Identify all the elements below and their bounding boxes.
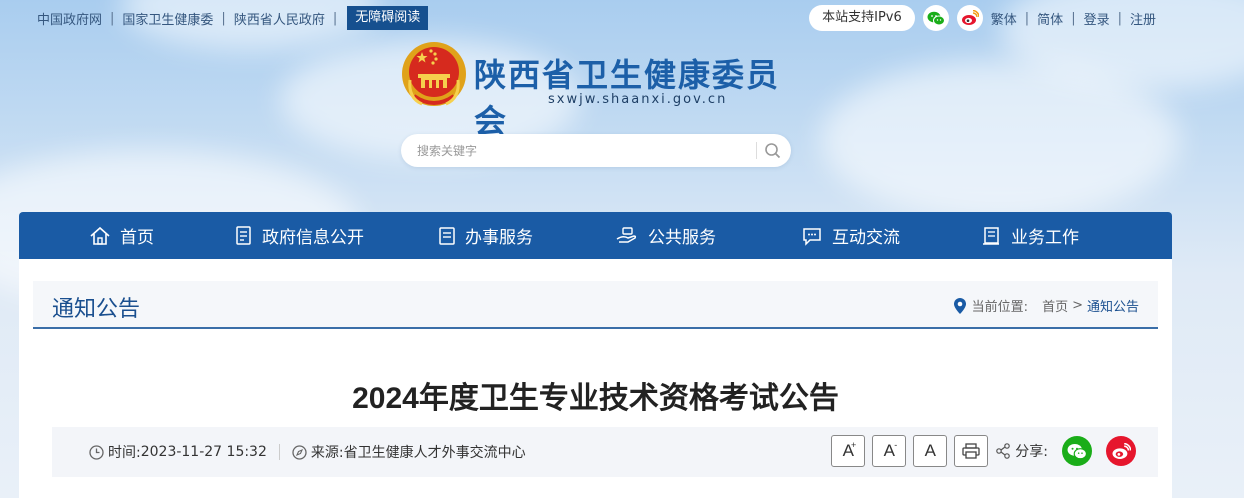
article-meta-bar: 时间: 2023-11-27 15:32 来源: 省卫生健康人才外事交流中心 A… xyxy=(52,427,1158,477)
search-divider xyxy=(756,142,757,159)
nav-label: 办事服务 xyxy=(465,228,533,248)
breadcrumb-arrow: > xyxy=(1072,298,1083,313)
time-label: 时间: xyxy=(108,445,141,461)
separator: | xyxy=(110,10,115,26)
separator: | xyxy=(332,10,338,26)
breadcrumb-current[interactable]: 通知公告 xyxy=(1087,296,1139,315)
search-box xyxy=(401,134,791,167)
clock-icon xyxy=(89,444,104,460)
nav-item-gov-info[interactable]: 政府信息公开 xyxy=(235,212,364,259)
accessibility-button[interactable]: 无障碍阅读 xyxy=(347,6,429,30)
login-link[interactable]: 登录 xyxy=(1084,9,1110,28)
weibo-icon xyxy=(1112,442,1131,459)
font-reset-button[interactable]: A xyxy=(913,435,948,467)
separator: | xyxy=(1071,10,1076,26)
traditional-chinese-link[interactable]: 繁体 xyxy=(991,9,1017,28)
font-smaller-button[interactable]: A- xyxy=(872,435,907,467)
article-meta: 时间: 2023-11-27 15:32 来源: 省卫生健康人才外事交流中心 xyxy=(89,442,526,462)
search-input[interactable] xyxy=(417,140,747,161)
separator: | xyxy=(1117,10,1122,26)
breadcrumb-home[interactable]: 首页 xyxy=(1042,296,1068,315)
nav-label: 政府信息公开 xyxy=(262,228,364,248)
time-value: 2023-11-27 15:32 xyxy=(140,444,267,460)
separator: | xyxy=(221,10,226,26)
nav-label: 互动交流 xyxy=(832,228,900,248)
location-pin-icon xyxy=(953,297,966,314)
content-panel: 通知公告 当前位置: 首页 > 通知公告 2024年度卫生专业技术资格考试公告 … xyxy=(19,259,1172,498)
wechat-icon[interactable] xyxy=(922,5,949,31)
home-icon xyxy=(90,226,110,245)
section-heading: 通知公告 xyxy=(52,297,141,322)
breadcrumb-label: 当前位置: xyxy=(971,300,1029,315)
nav-item-home[interactable]: 首页 xyxy=(89,212,154,259)
nav-label: 业务工作 xyxy=(1011,228,1079,248)
site-logo[interactable]: 陕西省卫生健康委员会 sxwjw.shaanxi.gov.cn xyxy=(400,40,800,140)
article-title: 2024年度卫生专业技术资格考试公告 xyxy=(352,382,839,415)
ipv6-badge: 本站支持IPv6 xyxy=(809,5,915,31)
article-tools: A + A- A 分享: xyxy=(831,435,1136,467)
link-shaanxi-gov[interactable]: 陕西省人民政府 xyxy=(234,9,325,28)
top-links: 中国政府网 | 国家卫生健康委 | 陕西省人民政府 | 无障碍阅读 xyxy=(37,6,429,30)
search-icon[interactable] xyxy=(763,141,783,161)
nav-item-interaction[interactable]: 互动交流 xyxy=(801,212,900,259)
print-button[interactable] xyxy=(954,435,989,467)
share-weibo-button[interactable] xyxy=(1106,436,1136,466)
hand-service-icon xyxy=(616,226,637,243)
section-header: 通知公告 当前位置: 首页 > 通知公告 xyxy=(33,281,1158,329)
nav-item-services[interactable]: 办事服务 xyxy=(438,212,533,259)
wechat-icon xyxy=(1067,443,1087,459)
clipboard-icon xyxy=(439,226,455,245)
compass-icon xyxy=(292,444,307,460)
breadcrumb: 当前位置: 首页 > 通知公告 xyxy=(953,296,1139,315)
national-emblem-icon xyxy=(402,42,466,106)
top-right-tools: 本站支持IPv6 繁体 | 简体 | 登录 | 注册 xyxy=(809,5,1156,31)
main-nav: 首页 政府信息公开 办事服务 公共服务 互动交流 业务工作 xyxy=(19,212,1172,259)
link-china-gov[interactable]: 中国政府网 xyxy=(37,9,102,28)
document-list-icon xyxy=(236,225,251,245)
source-label: 来源: xyxy=(310,445,344,461)
share-icon xyxy=(996,443,1011,459)
source-value: 省卫生健康人才外事交流中心 xyxy=(343,445,526,461)
book-icon xyxy=(983,226,999,245)
nav-item-business[interactable]: 业务工作 xyxy=(982,212,1079,259)
nav-label: 首页 xyxy=(120,228,154,248)
chat-bubble-icon xyxy=(803,227,821,246)
meta-divider xyxy=(278,444,280,460)
share-wechat-button[interactable] xyxy=(1062,436,1092,466)
font-larger-button[interactable]: A + xyxy=(831,435,866,467)
printer-icon xyxy=(962,443,980,459)
weibo-icon[interactable] xyxy=(956,5,983,31)
register-link[interactable]: 注册 xyxy=(1130,9,1156,28)
share-label: 分享: xyxy=(1015,444,1048,460)
top-bar: 中国政府网 | 国家卫生健康委 | 陕西省人民政府 | 无障碍阅读 本站支持IP… xyxy=(0,0,1244,36)
nav-item-public-service[interactable]: 公共服务 xyxy=(615,212,716,259)
site-url: sxwjw.shaanxi.gov.cn xyxy=(548,92,728,107)
simplified-chinese-link[interactable]: 简体 xyxy=(1037,9,1063,28)
separator: | xyxy=(1024,10,1030,26)
nav-label: 公共服务 xyxy=(648,228,716,248)
link-nhc[interactable]: 国家卫生健康委 xyxy=(122,9,213,28)
